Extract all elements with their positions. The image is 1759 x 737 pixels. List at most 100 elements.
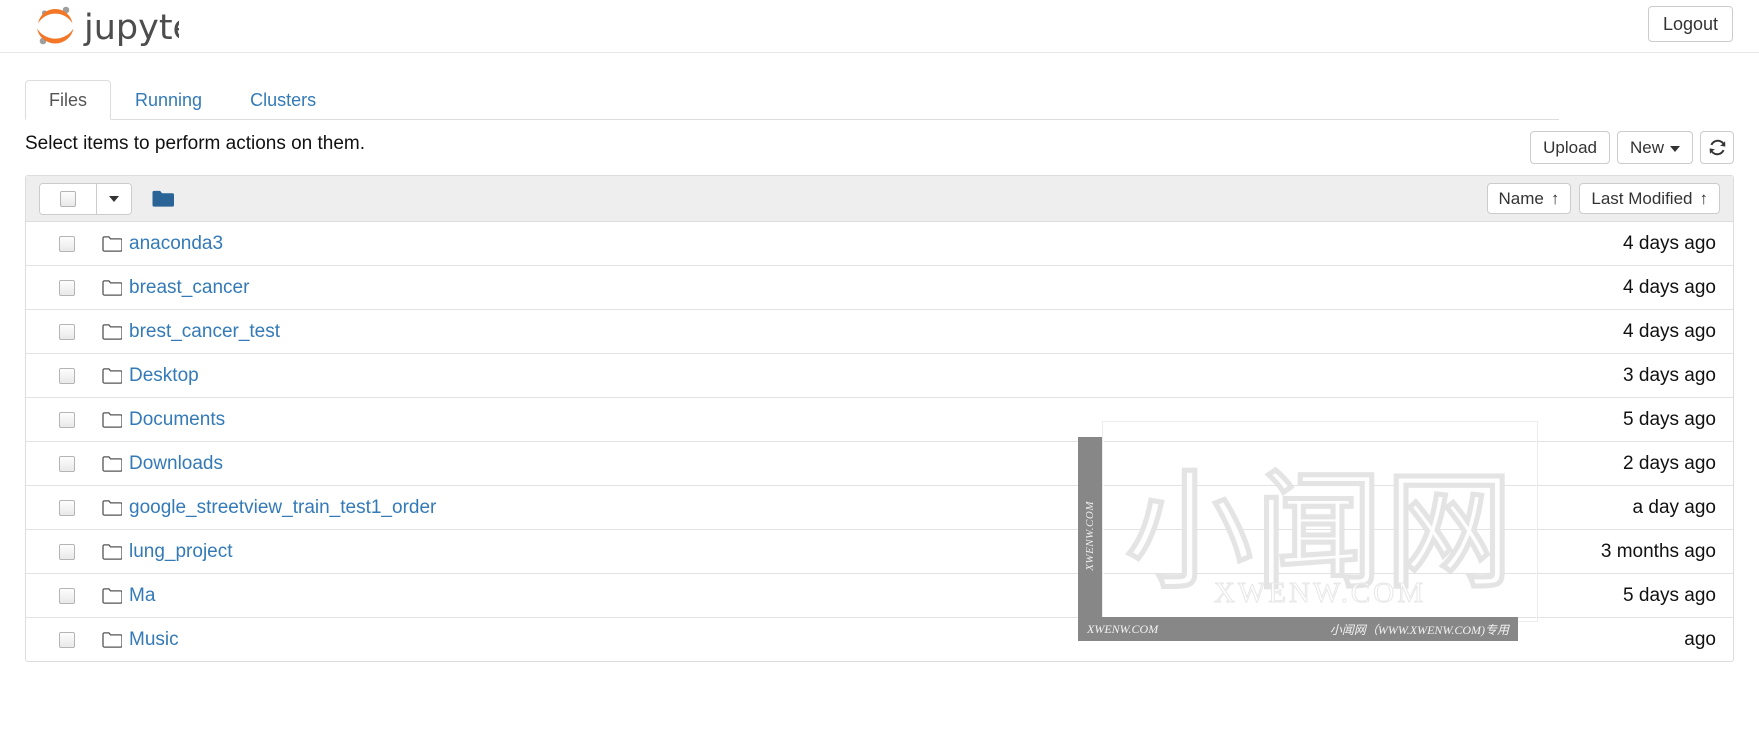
folder-icon <box>102 411 122 428</box>
upload-button[interactable]: Upload <box>1530 131 1610 164</box>
top-navbar: jupyter Logout <box>0 0 1759 53</box>
file-row-checkbox[interactable] <box>59 543 75 560</box>
file-name-link[interactable]: Desktop <box>129 365 199 387</box>
folder-icon-cell <box>95 235 129 252</box>
sort-modified-label: Last Modified <box>1591 189 1693 208</box>
folder-icon-cell <box>95 455 129 472</box>
file-row-checkbox-cell[interactable] <box>39 543 95 560</box>
file-row-checkbox-cell[interactable] <box>39 631 95 648</box>
sort-name-arrow-icon: ↑ <box>1550 189 1560 208</box>
tab-files[interactable]: Files <box>25 80 112 120</box>
folder-icon-cell <box>95 279 129 296</box>
folder-filled-icon <box>152 190 174 207</box>
file-modified-time: 4 days ago <box>1623 320 1716 342</box>
tab-running[interactable]: Running <box>111 80 226 120</box>
file-name-link[interactable]: brest_cancer_test <box>129 321 280 343</box>
folder-icon <box>102 323 122 340</box>
file-row-checkbox-cell[interactable] <box>39 235 95 252</box>
select-all-group <box>39 183 132 215</box>
sort-modified-arrow-icon: ↑ <box>1699 189 1709 208</box>
file-name-link[interactable]: Music <box>129 629 179 651</box>
file-modified-time: 5 days ago <box>1623 408 1716 430</box>
file-row[interactable]: lung_project 3 months ago <box>26 529 1733 573</box>
file-list-rows: anaconda3 4 days ago breast_cancer 4 days a… <box>26 222 1733 661</box>
select-all-checkbox[interactable] <box>60 191 76 207</box>
file-row[interactable]: Desktop 3 days ago <box>26 353 1733 397</box>
folder-icon <box>102 455 122 472</box>
file-row-checkbox-cell[interactable] <box>39 323 95 340</box>
file-row-checkbox-cell[interactable] <box>39 367 95 384</box>
logout-button[interactable]: Logout <box>1647 6 1733 42</box>
file-name-link[interactable]: anaconda3 <box>129 233 223 255</box>
folder-icon-cell <box>95 411 129 428</box>
folder-icon-cell <box>95 587 129 604</box>
file-list-header-left <box>39 183 174 215</box>
folder-icon <box>102 587 122 604</box>
file-modified-time: 4 days ago <box>1623 232 1716 254</box>
file-modified-time: 3 days ago <box>1623 364 1716 386</box>
jupyter-logo[interactable]: jupyter <box>27 2 179 50</box>
file-name-link[interactable]: google_streetview_train_test1_order <box>129 497 436 519</box>
file-row-checkbox[interactable] <box>59 499 75 516</box>
file-modified-time: 5 days ago <box>1623 584 1716 606</box>
select-items-notice: Select items to perform actions on them. <box>25 133 366 154</box>
folder-icon-cell <box>95 367 129 384</box>
select-all-checkbox-cell[interactable] <box>40 184 96 214</box>
file-row-checkbox[interactable] <box>59 367 75 384</box>
file-row-checkbox-cell[interactable] <box>39 455 95 472</box>
sort-name-label: Name <box>1498 189 1544 208</box>
select-dropdown-cell[interactable] <box>96 184 131 214</box>
file-row[interactable]: Downloads 2 days ago <box>26 441 1733 485</box>
file-name-link[interactable]: breast_cancer <box>129 277 249 299</box>
file-name-link[interactable]: Documents <box>129 409 225 431</box>
file-row[interactable]: brest_cancer_test 4 days ago <box>26 309 1733 353</box>
file-row[interactable]: Music ago <box>26 617 1733 661</box>
file-row-checkbox-cell[interactable] <box>39 587 95 604</box>
new-button[interactable]: New <box>1616 131 1693 164</box>
file-name-link[interactable]: Ma <box>129 585 155 607</box>
file-row-checkbox[interactable] <box>59 279 75 296</box>
file-list: Name ↑ Last Modified ↑ anaconda3 4 days ago… <box>25 175 1734 662</box>
folder-icon <box>102 631 122 648</box>
file-row-checkbox[interactable] <box>59 323 75 340</box>
file-row-checkbox-cell[interactable] <box>39 499 95 516</box>
file-row[interactable]: anaconda3 4 days ago <box>26 222 1733 265</box>
file-row[interactable]: Ma 5 days ago <box>26 573 1733 617</box>
file-row[interactable]: breast_cancer 4 days ago <box>26 265 1733 309</box>
folder-icon-cell <box>95 543 129 560</box>
file-list-header: Name ↑ Last Modified ↑ <box>26 176 1733 222</box>
file-list-sort-controls: Name ↑ Last Modified ↑ <box>1486 183 1720 214</box>
folder-icon <box>102 367 122 384</box>
file-row[interactable]: Documents 5 days ago <box>26 397 1733 441</box>
chevron-down-icon <box>109 196 119 202</box>
file-row-checkbox[interactable] <box>59 455 75 472</box>
caret-down-icon <box>1670 145 1680 152</box>
refresh-icon <box>1709 139 1725 156</box>
jupyter-logo-icon: jupyter <box>37 6 179 48</box>
file-modified-time: 3 months ago <box>1600 540 1716 562</box>
file-row-checkbox[interactable] <box>59 631 75 648</box>
file-name-link[interactable]: lung_project <box>129 541 233 563</box>
refresh-button[interactable] <box>1700 131 1734 164</box>
sort-by-modified-button[interactable]: Last Modified ↑ <box>1579 183 1720 214</box>
folder-icon-cell <box>95 631 129 648</box>
file-row-checkbox[interactable] <box>59 235 75 252</box>
breadcrumb-home[interactable] <box>152 190 174 208</box>
sort-by-name-button[interactable]: Name ↑ <box>1486 183 1572 214</box>
jupyter-wordmark: jupyter <box>83 8 179 48</box>
folder-icon <box>102 279 122 296</box>
tab-clusters[interactable]: Clusters <box>226 80 340 120</box>
folder-icon <box>102 543 122 560</box>
jupyter-file-browser: jupyter Logout Files Running Clusters Se… <box>0 0 1759 737</box>
file-modified-time: 4 days ago <box>1623 276 1716 298</box>
file-row[interactable]: google_streetview_train_test1_order a day… <box>26 485 1733 529</box>
file-row-checkbox-cell[interactable] <box>39 411 95 428</box>
file-row-checkbox[interactable] <box>59 411 75 428</box>
file-row-checkbox[interactable] <box>59 587 75 604</box>
file-row-checkbox-cell[interactable] <box>39 279 95 296</box>
folder-icon <box>102 235 122 252</box>
tab-bar: Files Running Clusters <box>25 79 1559 120</box>
new-button-label: New <box>1629 138 1664 157</box>
file-name-link[interactable]: Downloads <box>129 453 223 475</box>
file-modified-time: 2 days ago <box>1623 452 1716 474</box>
